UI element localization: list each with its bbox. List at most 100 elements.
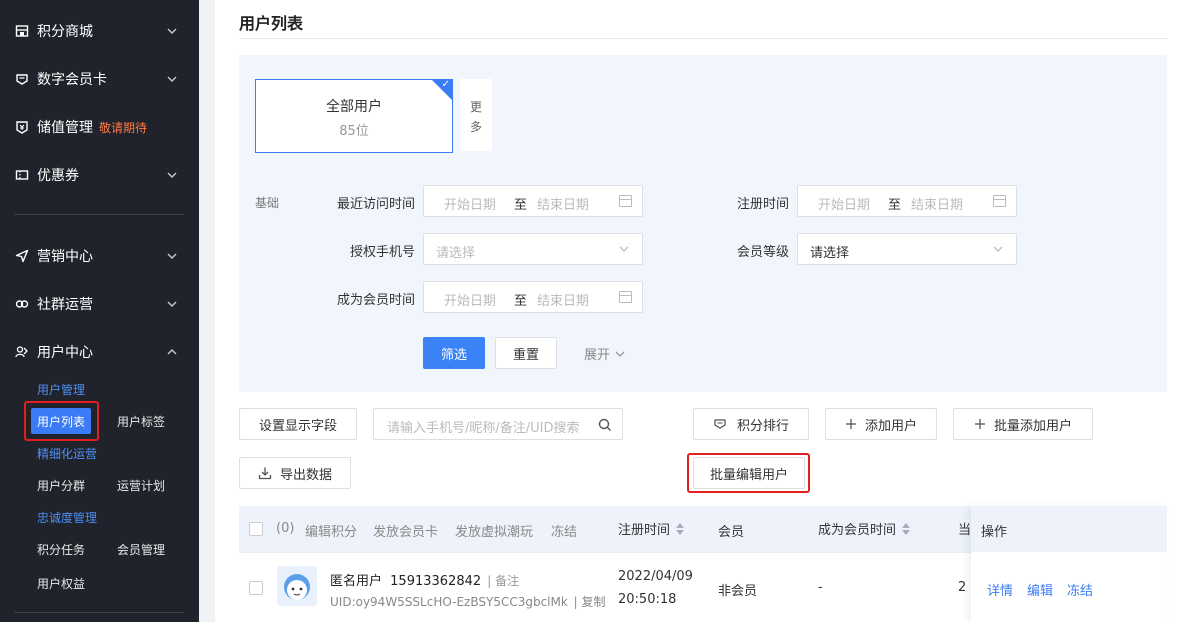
coming-soon-tag: 敬请期待 [99, 121, 148, 135]
sidebar-link-user-segments[interactable]: 用户分群 [37, 477, 85, 494]
highlight-box-batch-edit [687, 453, 810, 493]
member-status: 非会员 [718, 584, 758, 599]
become-member-time-label: 成为会员时间 [336, 293, 415, 308]
column-register-time[interactable]: 注册时间 [618, 519, 685, 538]
start-date-placeholder: 开始日期 [444, 198, 497, 213]
segment-card-count: 85位 [339, 124, 369, 139]
sidebar-link-user-tags[interactable]: 用户标签 [117, 413, 165, 430]
filter-panel: 全部用户 85位 ✓ 更 多 基础 最近访问时间 开始日期 至 结束日期 注册时… [239, 55, 1167, 392]
sidebar-item-label: 储值管理 [37, 120, 93, 136]
calendar-icon [619, 291, 632, 303]
filter-button[interactable]: 筛选 [423, 337, 485, 369]
more-segments-tab[interactable]: 更 多 [460, 79, 492, 151]
subgroup-refined-operation: 精细化运营 [37, 447, 98, 461]
plus-icon [845, 419, 856, 429]
chevron-down-icon [615, 351, 625, 357]
register-time-date-range[interactable]: 开始日期 至 结束日期 [797, 185, 1017, 217]
sidebar-item-member-card[interactable]: 数字会员卡 [0, 65, 199, 93]
sidebar-item-label: 优惠券 [37, 168, 79, 184]
search-input[interactable]: 请输入手机号/昵称/备注/UID搜索 [373, 408, 623, 440]
copy-uid-link[interactable]: | 复制 [574, 595, 606, 609]
bulk-issue-member-card-action[interactable]: 发放会员卡 [373, 521, 438, 540]
expand-filters-link[interactable]: 展开 [584, 344, 626, 363]
range-separator: 至 [514, 294, 528, 309]
selected-count: (0) [276, 521, 295, 536]
column-operations: 操作 [981, 525, 1008, 540]
column-become-member-time[interactable]: 成为会员时间 [818, 519, 911, 538]
sort-icon [676, 522, 685, 535]
member-level-label: 会员等级 [736, 245, 789, 260]
sidebar-item-stored-value[interactable]: 储值管理 敬请期待 [0, 113, 199, 141]
reset-button[interactable]: 重置 [495, 337, 557, 369]
user-uid-line: UID:oy94W5SSLcHO-EzBSY5CC3gbclMk | 复制 [330, 593, 606, 610]
points-rank-button[interactable]: 积分排行 [693, 408, 809, 440]
subgroup-user-management: 用户管理 [37, 383, 86, 397]
bulk-edit-points-action[interactable]: 编辑积分 [305, 521, 357, 540]
recent-visit-date-range[interactable]: 开始日期 至 结束日期 [423, 185, 643, 217]
sidebar-divider [14, 612, 184, 613]
chevron-down-icon [167, 301, 177, 307]
display-fields-button[interactable]: 设置显示字段 [239, 408, 357, 440]
sidebar-link-points-tasks[interactable]: 积分任务 [37, 541, 85, 558]
bulk-freeze-action[interactable]: 冻结 [551, 521, 577, 540]
become-member-time-value: - [818, 580, 823, 595]
details-link[interactable]: 详情 [987, 580, 1013, 599]
edit-link[interactable]: 编辑 [1027, 580, 1053, 599]
authorized-phone-select[interactable]: 请选择 [423, 233, 643, 265]
users-icon [14, 345, 29, 360]
freeze-link[interactable]: 冻结 [1067, 580, 1093, 599]
member-level-select[interactable]: 请选择 [797, 233, 1017, 265]
select-all-checkbox[interactable] [249, 522, 263, 536]
highlight-box-user-list [24, 401, 99, 441]
sidebar-divider [14, 214, 184, 215]
sidebar-link-member-management[interactable]: 会员管理 [117, 541, 165, 558]
sidebar-item-label: 社群运营 [37, 297, 93, 313]
button-label: 导出数据 [279, 467, 332, 483]
user-name-line: 匿名用户 15913362842 | 备注 [330, 570, 519, 589]
column-member: 会员 [718, 525, 745, 540]
user-phone: 15913362842 [390, 574, 482, 589]
bulk-issue-virtual-toy-action[interactable]: 发放虚拟潮玩 [455, 521, 533, 540]
recent-visit-label: 最近访问时间 [336, 197, 415, 212]
store-icon [14, 24, 29, 39]
segment-card-all-users[interactable]: 全部用户 85位 ✓ [255, 79, 453, 153]
end-date-placeholder: 结束日期 [537, 198, 590, 213]
sidebar-item-label: 用户中心 [37, 345, 93, 361]
more-tab-char: 多 [469, 120, 482, 134]
column-current: 当 [958, 523, 972, 538]
edit-note-link[interactable]: | 备注 [487, 574, 519, 588]
sidebar-item-coupons[interactable]: 优惠券 [0, 161, 199, 189]
register-clock: 20:50:18 [618, 592, 677, 607]
sidebar-item-points-mall[interactable]: 积分商城 [0, 17, 199, 45]
add-user-button[interactable]: 添加用户 [825, 408, 937, 440]
page-title: 用户列表 [239, 14, 304, 33]
sidebar-item-community[interactable]: 社群运营 [0, 290, 199, 318]
sidebar-item-label: 数字会员卡 [37, 72, 107, 88]
chevron-up-icon [167, 349, 177, 355]
range-separator: 至 [514, 198, 528, 213]
chevron-down-icon [619, 246, 629, 252]
chevron-down-icon [167, 76, 177, 82]
sidebar-item-marketing[interactable]: 营销中心 [0, 242, 199, 270]
become-member-date-range[interactable]: 开始日期 至 结束日期 [423, 281, 643, 313]
check-icon: ✓ [441, 79, 450, 90]
sidebar-item-label: 积分商城 [37, 24, 93, 40]
member-card-icon [14, 72, 29, 87]
column-label: 注册时间 [618, 523, 671, 538]
user-uid: UID:oy94W5SSLcHO-EzBSY5CC3gbclMk [330, 595, 568, 609]
sidebar-link-user-rights[interactable]: 用户权益 [37, 575, 85, 592]
range-separator: 至 [888, 198, 902, 213]
search-placeholder: 请输入手机号/昵称/备注/UID搜索 [387, 421, 580, 436]
end-date-placeholder: 结束日期 [911, 198, 964, 213]
calendar-icon [993, 195, 1006, 207]
sidebar-item-user-center[interactable]: 用户中心 [0, 338, 199, 366]
select-placeholder: 请选择 [810, 246, 850, 261]
sidebar-link-operation-plan[interactable]: 运营计划 [117, 477, 165, 494]
batch-add-user-button[interactable]: 批量添加用户 [953, 408, 1093, 440]
button-label: 批量添加用户 [993, 418, 1072, 434]
chevron-down-icon [993, 246, 1003, 252]
row-checkbox[interactable] [249, 581, 263, 595]
export-data-button[interactable]: 导出数据 [239, 457, 351, 489]
chevron-down-icon [167, 172, 177, 178]
start-date-placeholder: 开始日期 [444, 294, 497, 309]
